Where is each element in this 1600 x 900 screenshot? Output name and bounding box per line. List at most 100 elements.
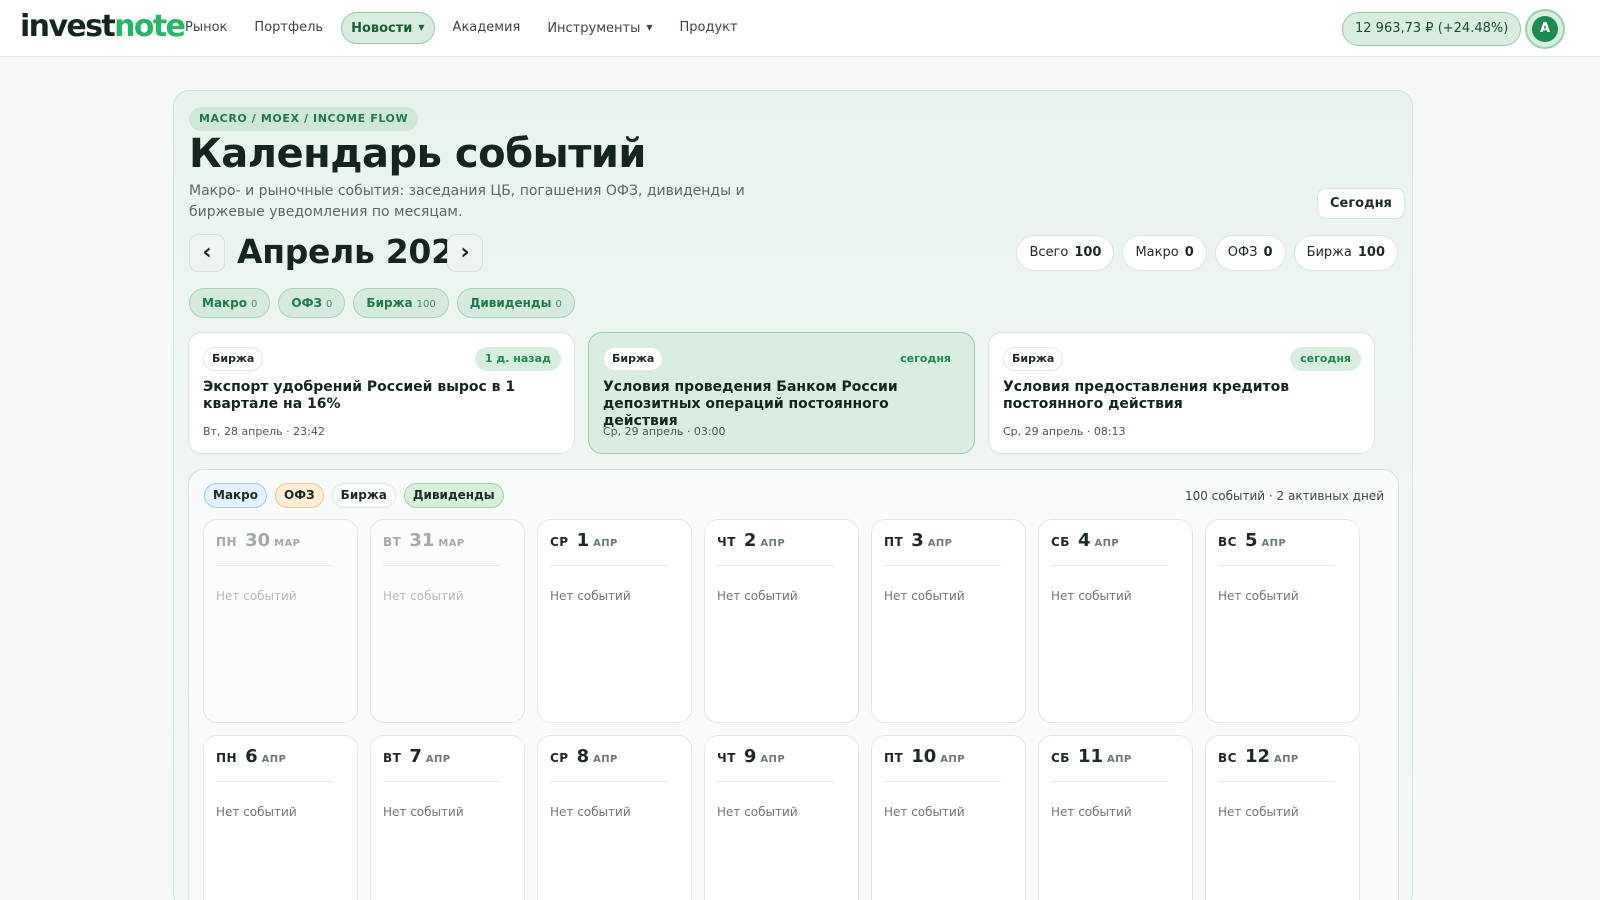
legend-exchange[interactable]: Биржа [331, 483, 396, 508]
calendar-day-cell[interactable]: ВС 12 АПР Нет событий [1205, 735, 1360, 900]
day-number: 1 [576, 530, 590, 551]
filter-dividends[interactable]: Дивиденды 0 [456, 288, 575, 318]
investnote-logo[interactable]: investnote [20, 8, 186, 46]
day-month: АПР [1094, 538, 1120, 549]
event-title: Экспорт удобрений Россией вырос в 1 квар… [203, 379, 516, 412]
calendar-day-cell[interactable]: СР 1 АПР Нет событий [537, 519, 692, 723]
day-weekday: ВТ [383, 535, 402, 549]
no-events-label: Нет событий [1218, 589, 1299, 603]
filter-ofz[interactable]: ОФЗ 0 [278, 288, 346, 318]
day-number: 5 [1244, 530, 1258, 551]
calendar-day-cell[interactable]: ВТ 31 МАР Нет событий [370, 519, 525, 723]
today-button[interactable]: Сегодня [1317, 188, 1405, 219]
day-weekday: ПН [216, 751, 238, 765]
nav-item-product[interactable]: Продукт [671, 12, 747, 44]
filter-macro[interactable]: Макро 0 [189, 288, 271, 318]
page-subtitle: Макро- и рыночные события: заседания ЦБ,… [189, 183, 745, 220]
main-nav: Рынок Портфель Новости ▼ Академия Инструм… [176, 12, 756, 44]
calendar-day-cell[interactable]: ВС 5 АПР Нет событий [1205, 519, 1360, 723]
event-card[interactable]: Биржа сегодня Условия предоставления кре… [988, 332, 1375, 454]
day-weekday: СБ [1051, 535, 1070, 549]
event-time-badge: сегодня [1290, 347, 1361, 371]
calendar-day-cell[interactable]: ЧТ 9 АПР Нет событий [704, 735, 859, 900]
day-number: 10 [911, 746, 937, 767]
month-label: Апрель 2026 [237, 232, 477, 271]
event-counters: Всего 100 Макро 0 ОФЗ 0 Биржа 100 [1008, 235, 1398, 271]
calendar-day-cell[interactable]: СБ 4 АПР Нет событий [1038, 519, 1193, 723]
events-calendar-panel: MACRO / MOEX / INCOME FLOW Календарь соб… [173, 90, 1413, 900]
event-date: Ср, 29 апрель · 03:00 [603, 425, 726, 438]
calendar-day-cell[interactable]: СР 8 АПР Нет событий [537, 735, 692, 900]
calendar-day-cell[interactable]: ВТ 7 АПР Нет событий [370, 735, 525, 900]
nav-label: Портфель [254, 20, 324, 35]
filter-label: Биржа [366, 296, 413, 310]
filter-label: Макро [202, 296, 248, 310]
no-events-label: Нет событий [550, 805, 631, 819]
no-events-label: Нет событий [884, 805, 965, 819]
day-number: 4 [1077, 530, 1091, 551]
filter-count: 100 [416, 299, 436, 310]
nav-item-news[interactable]: Новости ▼ [341, 12, 435, 44]
no-events-label: Нет событий [717, 589, 798, 603]
day-month: АПР [593, 538, 618, 549]
event-category-tag: Биржа [1003, 347, 1064, 371]
category-filters: Макро 0 ОФЗ 0 Биржа 100 Дивиденды 0 [189, 288, 583, 318]
calendar-day-cell[interactable]: ПТ 10 АПР Нет событий [871, 735, 1026, 900]
nav-item-portfolio[interactable]: Портфель [245, 12, 332, 44]
day-number: 6 [245, 746, 258, 767]
divider [1218, 781, 1335, 782]
day-month: АПР [425, 754, 451, 765]
no-events-label: Нет событий [1218, 805, 1299, 819]
legend-ofz[interactable]: ОФЗ [275, 483, 324, 508]
event-category-tag: Биржа [203, 347, 264, 371]
day-month: АПР [1107, 754, 1132, 765]
day-number: 9 [743, 746, 757, 767]
counter-value: 100 [1074, 245, 1102, 260]
avatar[interactable]: A [1525, 9, 1565, 49]
day-number: 11 [1077, 746, 1104, 767]
event-title: Условия предоставления кредитов постоянн… [1003, 379, 1290, 412]
day-weekday: СР [550, 535, 569, 549]
divider [1051, 781, 1168, 782]
divider [884, 565, 1001, 566]
nav-item-tools[interactable]: Инструменты ▼ [538, 12, 661, 44]
nav-item-market[interactable]: Рынок [176, 12, 236, 44]
next-month-button[interactable]: › [447, 234, 483, 272]
calendar-day-cell[interactable]: ПТ 3 АПР Нет событий [871, 519, 1026, 723]
day-month: АПР [927, 538, 953, 549]
counter-total[interactable]: Всего 100 [1016, 235, 1115, 271]
calendar-day-cell[interactable]: ПН 6 АПР Нет событий [203, 735, 358, 900]
no-events-label: Нет событий [884, 589, 965, 603]
filter-exchange[interactable]: Биржа 100 [353, 288, 449, 318]
calendar-day-cell[interactable]: СБ 11 АПР Нет событий [1038, 735, 1193, 900]
calendar-legend: Макро ОФЗ Биржа Дивиденды [204, 483, 512, 508]
counter-value: 100 [1357, 245, 1385, 260]
avatar-initial: A [1532, 16, 1558, 42]
day-weekday: ПТ [884, 535, 904, 549]
day-number: 8 [576, 746, 590, 767]
counter-exchange[interactable]: Биржа 100 [1293, 235, 1398, 271]
calendar-day-cell[interactable]: ЧТ 2 АПР Нет событий [704, 519, 859, 723]
day-weekday: ПН [216, 535, 238, 549]
nav-item-academy[interactable]: Академия [444, 12, 530, 44]
counter-value: 0 [1263, 245, 1273, 260]
legend-macro[interactable]: Макро [204, 483, 268, 508]
counter-label: Всего [1029, 245, 1069, 260]
legend-dividends[interactable]: Дивиденды [403, 483, 504, 508]
no-events-label: Нет событий [383, 805, 464, 819]
event-card-highlighted[interactable]: Биржа сегодня Условия проведения Банком … [588, 332, 975, 454]
prev-month-button[interactable]: ‹ [189, 234, 225, 272]
counter-ofz[interactable]: ОФЗ 0 [1214, 235, 1286, 271]
calendar-day-cell[interactable]: ПН 30 МАР Нет событий [203, 519, 358, 723]
day-weekday: ВС [1218, 751, 1237, 765]
counter-macro[interactable]: Макро 0 [1122, 235, 1207, 271]
day-weekday: ВТ [383, 751, 402, 765]
day-weekday: ЧТ [717, 751, 736, 765]
chevron-down-icon: ▼ [418, 23, 425, 32]
portfolio-balance-badge[interactable]: 12 963,73 ₽ (+24.48%) [1342, 12, 1522, 46]
day-month: АПР [760, 538, 786, 549]
event-card[interactable]: Биржа 1 д. назад Экспорт удобрений Росси… [188, 332, 575, 454]
event-title: Условия проведения Банком России депозит… [603, 379, 898, 429]
divider [717, 781, 834, 782]
counter-value: 0 [1184, 245, 1194, 260]
